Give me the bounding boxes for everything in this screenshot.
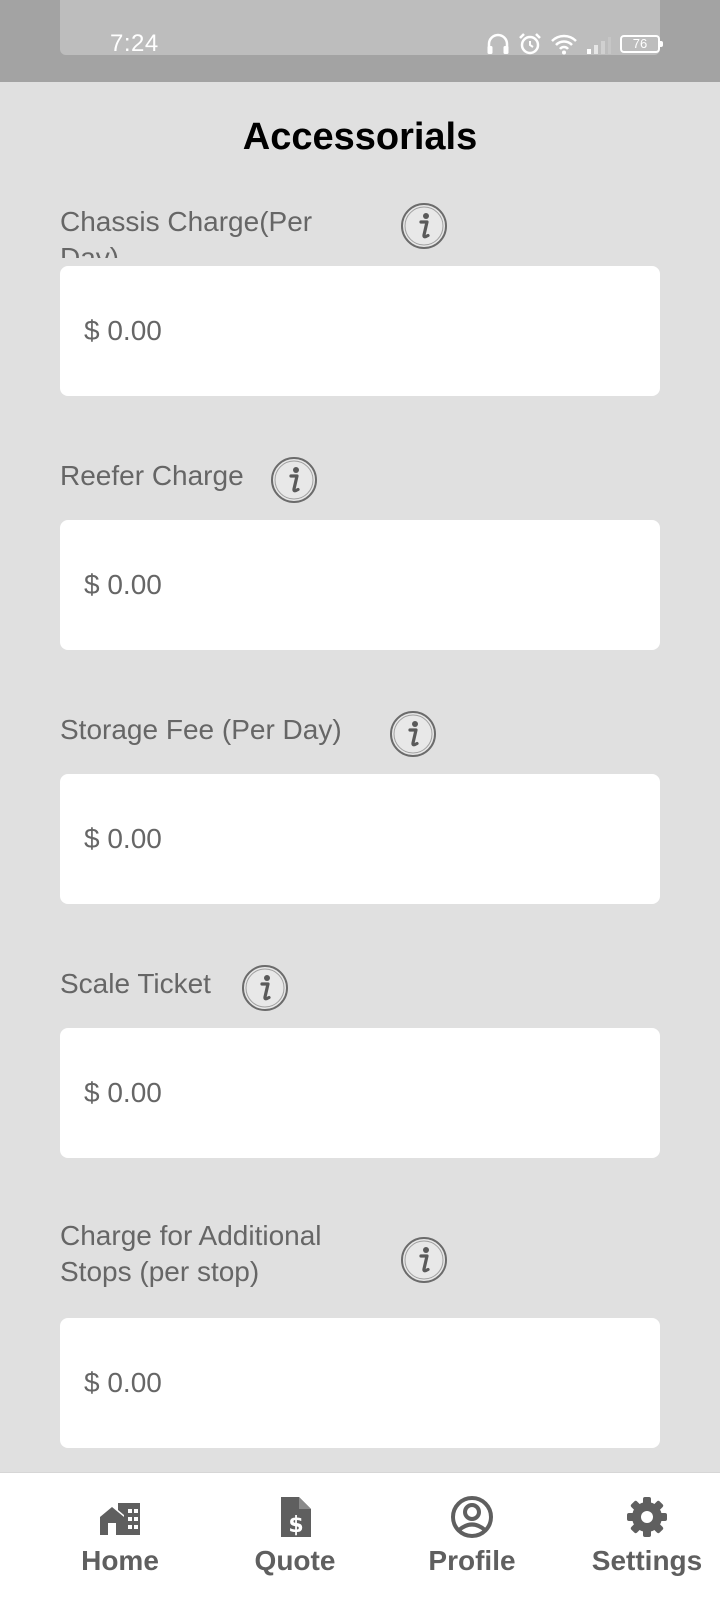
quote-icon: $ (281, 1497, 311, 1538)
battery-icon: 76 (620, 35, 663, 53)
chassis-charge-input[interactable]: $ 0.00 (60, 266, 660, 396)
nav-quote[interactable]: $ Quote (220, 1495, 370, 1577)
wifi-icon (551, 34, 577, 55)
storage-fee-input[interactable]: $ 0.00 (60, 774, 660, 904)
info-icon[interactable] (270, 456, 318, 504)
info-icon[interactable] (389, 710, 437, 758)
signal-icon (587, 37, 611, 54)
scale-ticket-input[interactable]: $ 0.00 (60, 1028, 660, 1158)
reefer-charge-input[interactable]: $ 0.00 (60, 520, 660, 650)
nav-profile-label: Profile (428, 1545, 516, 1576)
nav-home-label: Home (81, 1545, 159, 1576)
nav-quote-label: Quote (254, 1545, 336, 1576)
scale-ticket-label: Scale Ticket (60, 968, 211, 999)
home-icon (100, 1503, 140, 1535)
reefer-charge-label: Reefer Charge (60, 460, 244, 491)
app-screen: 7:24 76 Accessorials Chassis Charge(Per … (0, 0, 720, 1612)
svg-text:$: $ (288, 1513, 303, 1538)
headphones-icon (487, 33, 509, 54)
status-icons: 76 (486, 32, 663, 56)
profile-icon (451, 1496, 493, 1538)
bottom-nav: Home $ Quote Profile Settings (0, 1472, 720, 1612)
info-icon[interactable] (400, 1236, 448, 1284)
nav-settings[interactable]: Settings (572, 1495, 720, 1577)
additional-stops-label: Charge for Additional Stops (per stop) (60, 1220, 322, 1287)
status-bar: 7:24 76 (0, 0, 720, 82)
nav-settings-label: Settings (591, 1545, 703, 1576)
status-time: 7:24 (110, 30, 159, 57)
settings-icon (627, 1497, 667, 1537)
chassis-charge-label: Chassis Charge(Per Day) (60, 206, 313, 258)
page-title: Accessorials (242, 116, 478, 158)
info-icon[interactable] (400, 202, 448, 250)
alarm-icon (519, 33, 541, 55)
additional-stops-input[interactable]: $ 0.00 (60, 1318, 660, 1448)
nav-profile[interactable]: Profile (397, 1495, 547, 1577)
info-icon[interactable] (241, 964, 289, 1012)
storage-fee-label: Storage Fee (Per Day) (60, 714, 342, 745)
nav-home[interactable]: Home (45, 1495, 195, 1577)
